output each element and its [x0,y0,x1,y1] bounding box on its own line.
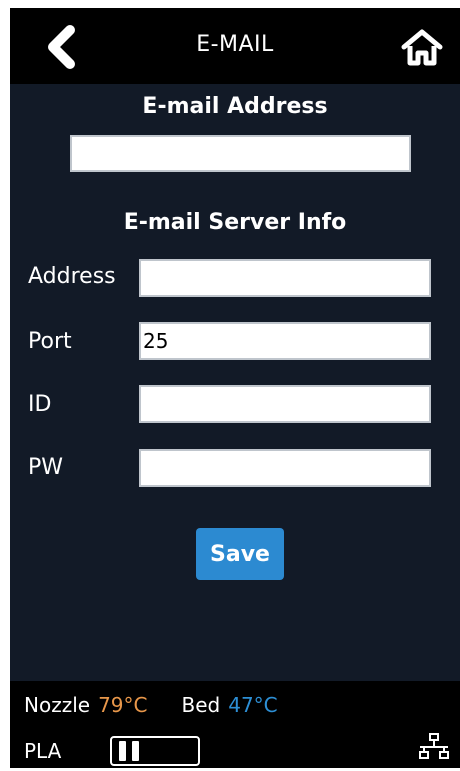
pw-label: PW [28,455,64,480]
email-settings-panel: E-mail Address E-mail Server Info Addres… [10,84,460,681]
port-label: Port [28,329,72,354]
server-info-heading: E-mail Server Info [123,210,347,235]
save-button[interactable]: Save [196,528,284,580]
pause-icon [119,741,126,761]
network-icon [419,733,449,759]
email-address-field[interactable] [70,135,411,172]
material-label: PLA [24,739,62,763]
server-address-field[interactable] [139,259,431,297]
bed-label: Bed [181,693,221,717]
header-bar: E-MAIL [10,8,460,84]
bed-temp: 47°C [228,693,278,717]
id-field[interactable] [139,385,431,423]
pause-toggle[interactable] [110,736,200,766]
status-bar: Nozzle 79°C Bed 47°C PLA [10,681,460,768]
home-button[interactable] [396,22,448,72]
email-address-heading: E-mail Address [142,94,328,119]
temperature-readout: Nozzle 79°C Bed 47°C [24,693,286,717]
port-field[interactable] [139,322,431,360]
page-title: E-MAIL [196,32,274,57]
nozzle-temp: 79°C [98,693,148,717]
home-icon [401,29,443,66]
printer-screen: E-MAIL E-mail Address E-mail Server Info… [10,8,460,768]
nozzle-label: Nozzle [24,693,91,717]
server-address-label: Address [28,264,116,289]
id-label: ID [28,392,52,417]
pw-field[interactable] [139,449,431,487]
